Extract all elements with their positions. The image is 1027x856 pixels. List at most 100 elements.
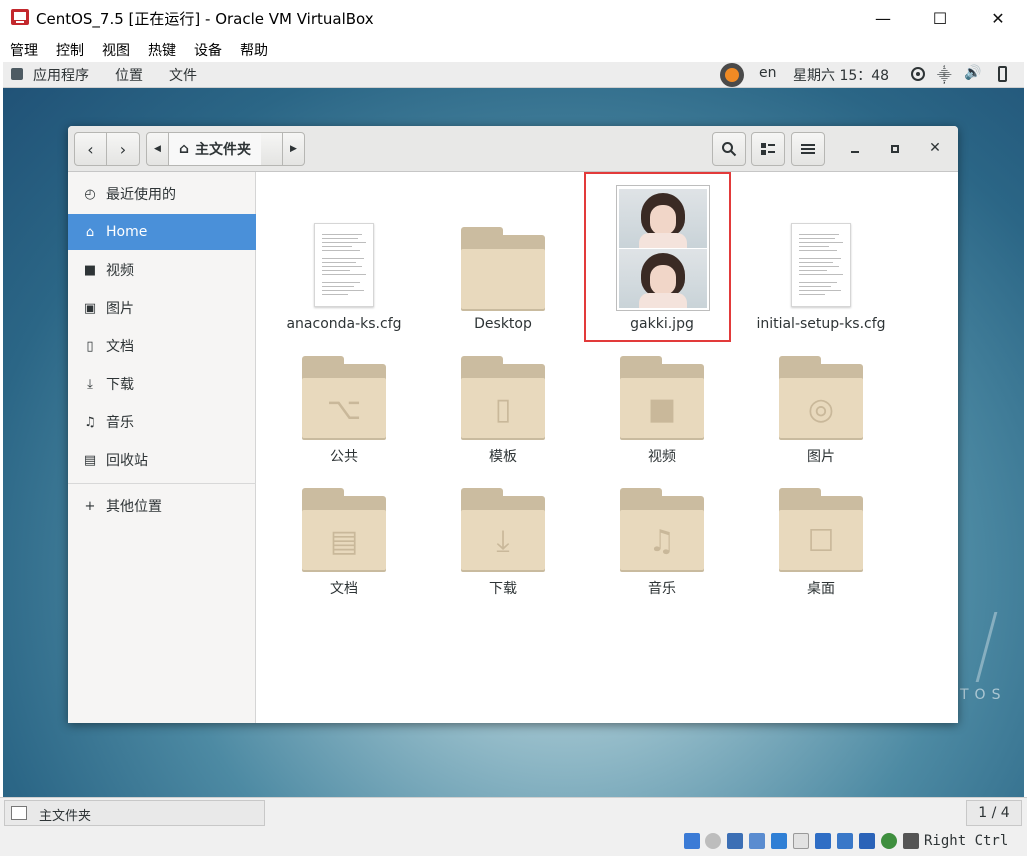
accessibility-icon[interactable] <box>911 67 925 81</box>
sidebar-item[interactable]: ◴ 最近使用的 <box>68 176 256 212</box>
guest-screen[interactable]: 应用程序 位置 文件 en 星期六 15：48 ⸎ 🔊 TOS ‹ › ◀ ⌂ 主… <box>3 62 1024 797</box>
apps-icon <box>11 68 23 80</box>
home-icon: ⌂ <box>179 141 190 157</box>
shared-folder-icon[interactable] <box>793 833 809 849</box>
forward-button[interactable]: › <box>107 133 139 165</box>
file-name: 图片 <box>807 449 835 465</box>
file-name: gakki.jpg <box>630 316 694 332</box>
gnome-top-panel: 应用程序 位置 文件 en 星期六 15：48 ⸎ 🔊 <box>3 62 1024 88</box>
battery-icon[interactable] <box>998 66 1007 82</box>
file-name: 音乐 <box>648 581 676 597</box>
sidebar-item[interactable]: ▯ 文档 <box>68 328 256 364</box>
sidebar-item-label: 文档 <box>106 339 134 355</box>
menu-control[interactable]: 控制 <box>56 40 84 60</box>
sidebar-item[interactable]: ▤ 回收站 <box>68 442 256 478</box>
maximize-button[interactable]: ☐ <box>917 0 963 36</box>
sidebar-item[interactable]: ⌂ Home <box>68 214 256 250</box>
vm-tray: Right Ctrl <box>0 827 1027 856</box>
sidebar-item-label: 音乐 <box>106 415 134 431</box>
nautilus-close-button[interactable]: ✕ <box>926 138 944 158</box>
folder-icon: ⌥ <box>302 356 386 438</box>
network-icon[interactable]: ⸎ <box>937 66 952 85</box>
status-location-box: 主文件夹 <box>4 800 265 826</box>
nav-button-group: ‹ › <box>74 132 140 166</box>
files-menu[interactable]: 文件 <box>169 65 197 85</box>
path-left-arrow[interactable]: ◀ <box>147 133 169 165</box>
back-button[interactable]: ‹ <box>75 133 107 165</box>
file-name: 文档 <box>330 581 358 597</box>
sidebar-item-label: 回收站 <box>106 453 148 469</box>
usb-icon[interactable] <box>771 833 787 849</box>
home-icon: ⌂ <box>85 224 95 240</box>
search-icon <box>722 142 737 157</box>
path-home-button[interactable]: ⌂ 主文件夹 <box>169 133 262 165</box>
plus-icon: + <box>84 498 96 514</box>
menu-button[interactable] <box>791 132 825 166</box>
sidebar-item[interactable]: ⤓ 下载 <box>68 366 256 402</box>
view-toggle-button[interactable] <box>751 132 785 166</box>
storage-icon[interactable] <box>684 833 700 849</box>
menu-hotkey[interactable]: 热键 <box>148 40 176 60</box>
input-language[interactable]: en <box>759 65 777 81</box>
file-item[interactable]: ☐ 桌面 <box>746 172 896 597</box>
list-view-icon <box>761 143 775 155</box>
notification-icon[interactable] <box>720 63 744 87</box>
file-manager-header: ‹ › ◀ ⌂ 主文件夹 ▶ ✕ <box>68 126 958 172</box>
file-item[interactable]: ♫ 音乐 <box>587 172 737 597</box>
download-icon: ⤓ <box>87 376 93 392</box>
camera-icon: ▣ <box>83 300 97 316</box>
menu-manage[interactable]: 管理 <box>10 40 38 60</box>
cpu-icon[interactable] <box>859 833 875 849</box>
places-menu[interactable]: 位置 <box>115 65 143 85</box>
folder-icon: ▯ <box>461 356 545 438</box>
host-key: Right Ctrl <box>924 833 1009 849</box>
menu-help[interactable]: 帮助 <box>240 40 268 60</box>
file-name: Desktop <box>474 316 532 332</box>
mouse-capture-icon[interactable] <box>903 833 919 849</box>
applications-menu[interactable]: 应用程序 <box>33 65 89 85</box>
virtualbox-icon <box>10 8 30 26</box>
volume-icon[interactable]: 🔊 <box>964 65 981 81</box>
nautilus-minimize-button[interactable] <box>846 140 864 158</box>
file-item[interactable]: ▤ 文档 <box>269 172 419 597</box>
nautilus-maximize-button[interactable] <box>886 140 904 158</box>
audio-icon[interactable] <box>727 833 743 849</box>
file-manager-window: ‹ › ◀ ⌂ 主文件夹 ▶ ✕ ◴ 最近使用的 ⌂ Home ■ 视频 ▣ 图片 ▯ 文档 ⤓ 下载 ♫… <box>68 126 958 723</box>
file-name: initial-setup-ks.cfg <box>756 316 886 332</box>
sidebar-item[interactable]: ■ 视频 <box>68 252 256 288</box>
sidebar-item[interactable]: ♫ 音乐 <box>68 404 256 440</box>
sidebar-item-label: Home <box>106 224 148 240</box>
folder-status-icon <box>11 806 27 820</box>
path-bar: ◀ ⌂ 主文件夹 ▶ <box>146 132 305 166</box>
clock[interactable]: 星期六 15：48 <box>793 65 889 85</box>
sidebar-item-other-locations[interactable]: + 其他位置 <box>68 488 256 524</box>
menu-view[interactable]: 视图 <box>102 40 130 60</box>
music-icon: ♫ <box>84 414 96 430</box>
file-name: 桌面 <box>807 581 835 597</box>
file-name: 模板 <box>489 449 517 465</box>
network-adapter-icon[interactable] <box>749 833 765 849</box>
menu-devices[interactable]: 设备 <box>194 40 222 60</box>
virtualization-icon[interactable] <box>881 833 897 849</box>
file-item[interactable]: ⤓ 下载 <box>428 172 578 597</box>
page-indicator[interactable]: 1 / 4 <box>966 800 1022 826</box>
close-button[interactable]: ✕ <box>975 0 1021 36</box>
sidebar-item-label: 视频 <box>106 263 134 279</box>
trash-icon: ▤ <box>83 452 97 468</box>
folder-icon: ◎ <box>779 356 863 438</box>
window-title: CentOS_7.5 [正在运行] - Oracle VM VirtualBox <box>36 10 374 28</box>
search-button[interactable] <box>712 132 746 166</box>
optical-icon[interactable] <box>705 833 721 849</box>
path-right-arrow[interactable]: ▶ <box>282 133 304 165</box>
sidebar-item-label: 最近使用的 <box>106 187 176 203</box>
sidebar-separator <box>68 483 256 484</box>
image-thumbnail <box>616 185 710 311</box>
file-name: 下载 <box>489 581 517 597</box>
file-view[interactable]: anaconda-ks.cfg Desktop gakki.jpg initial-s… <box>257 172 958 723</box>
recording-icon[interactable] <box>837 833 853 849</box>
minimize-button[interactable]: — <box>860 0 906 36</box>
file-name: anaconda-ks.cfg <box>286 316 402 332</box>
sidebar-item[interactable]: ▣ 图片 <box>68 290 256 326</box>
display-icon[interactable] <box>815 833 831 849</box>
folder-icon: ☐ <box>779 488 863 570</box>
